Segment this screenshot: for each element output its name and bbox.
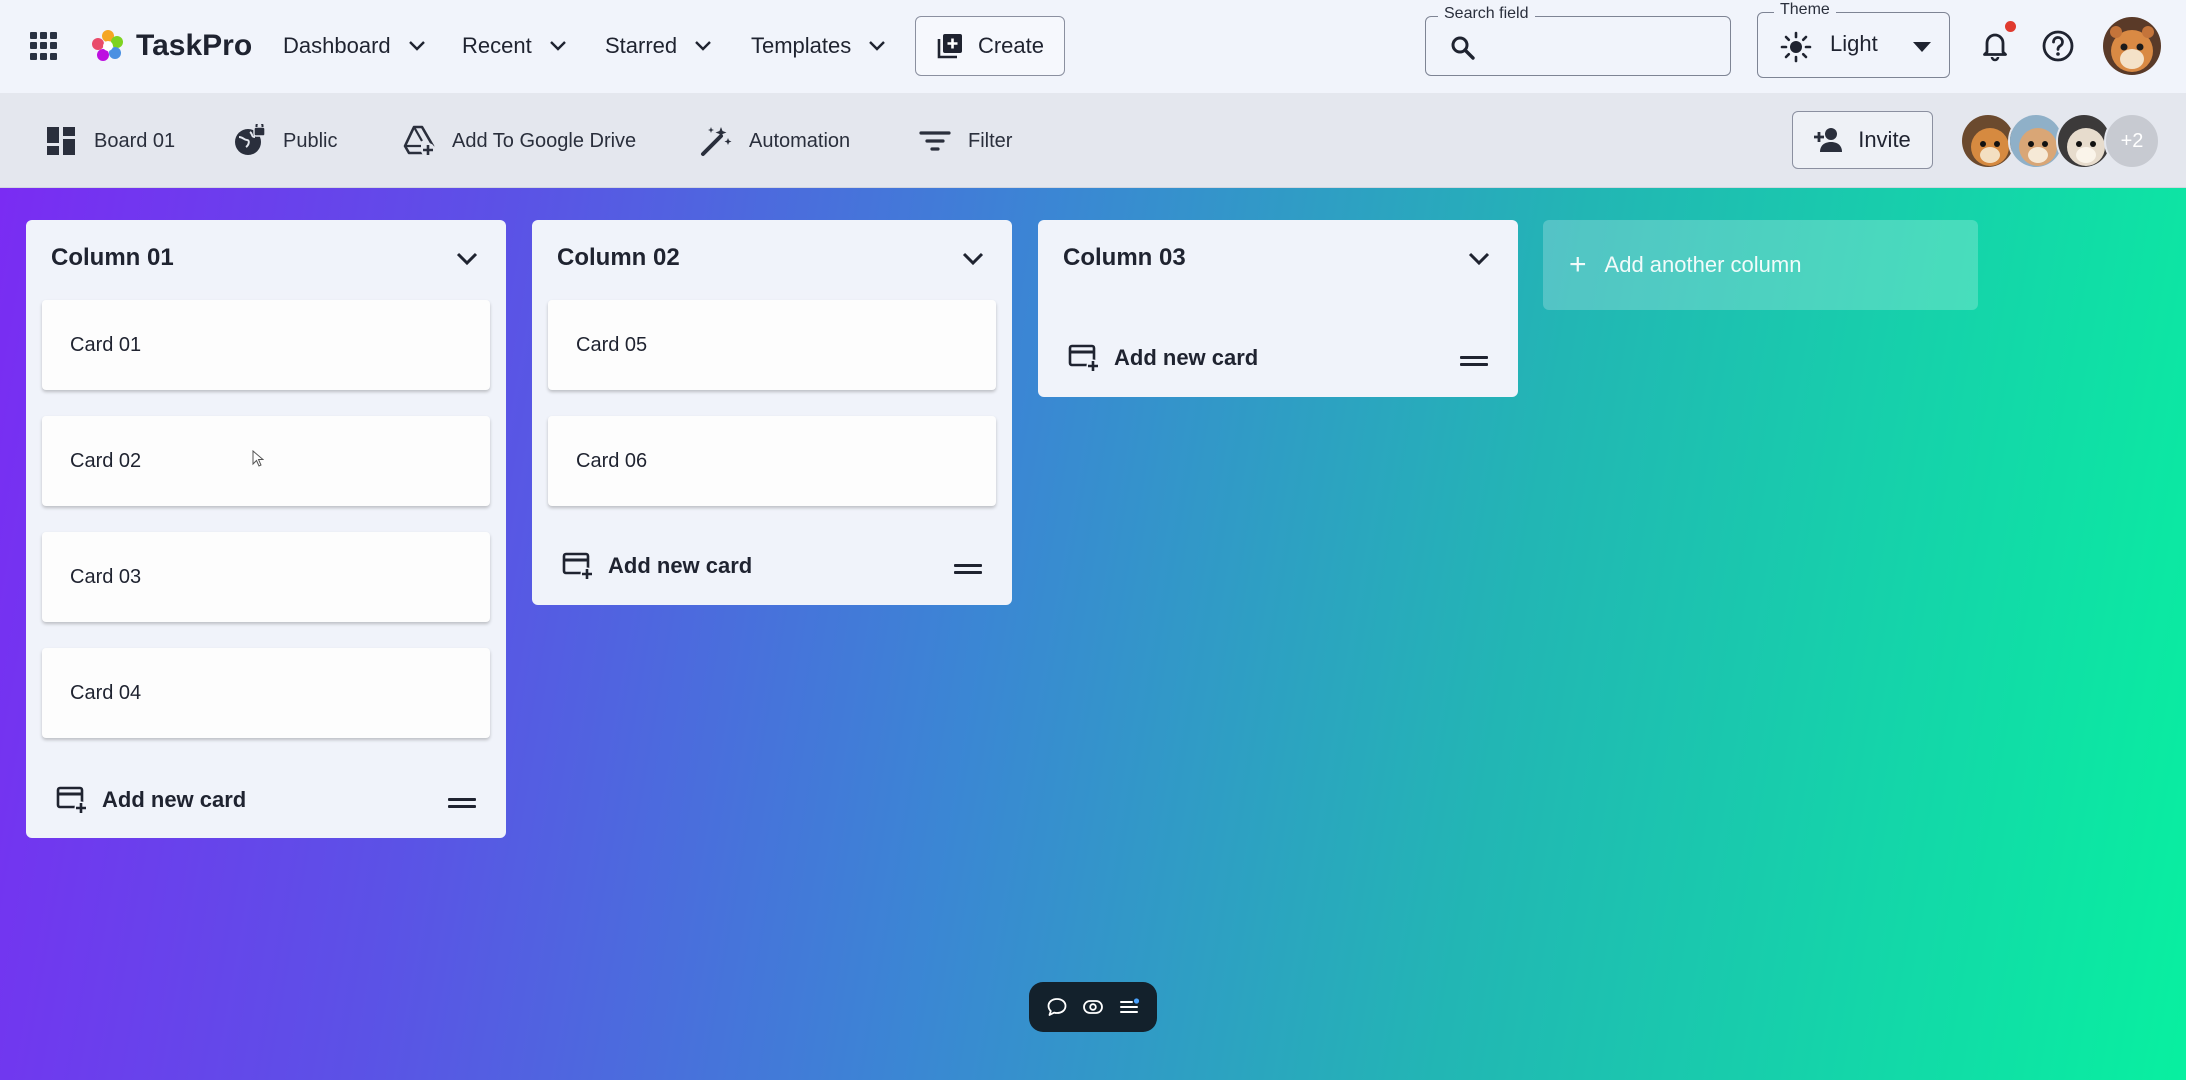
board-selector[interactable]: Board 01 (44, 121, 175, 161)
more-members-badge[interactable]: +2 (2104, 113, 2160, 169)
search-field[interactable]: Search field (1425, 5, 1731, 76)
top-header: TaskPro Dashboard Recent Starred Templat… (0, 0, 2186, 93)
search-icon (1451, 36, 1475, 60)
chevron-down-icon[interactable] (456, 252, 478, 266)
filter-label: Filter (968, 129, 1013, 152)
filter-icon (919, 131, 951, 151)
search-input[interactable] (1490, 29, 1715, 63)
invite-label: Invite (1858, 127, 1911, 152)
add-card-button[interactable]: Add new card (1068, 340, 1258, 376)
invite-button[interactable]: Invite (1792, 111, 1933, 169)
board-column: Column 03 Add new card (1038, 220, 1518, 397)
nav-dashboard-label: Dashboard (283, 33, 391, 58)
add-card-button[interactable]: Add new card (56, 782, 246, 818)
automation-button[interactable]: Automation (699, 121, 850, 161)
comment-icon[interactable] (1046, 996, 1068, 1018)
board-column: Column 01 Card 01 Card 02 Card 03 Card 0… (26, 220, 506, 838)
plus-icon: + (1569, 248, 1587, 281)
nav-dashboard[interactable]: Dashboard (283, 26, 425, 66)
user-avatar[interactable] (2103, 17, 2161, 75)
logo-icon (92, 30, 123, 61)
app-logo[interactable]: TaskPro (90, 26, 252, 66)
board-members[interactable]: +2 (1960, 113, 2160, 169)
add-card-button[interactable]: Add new card (562, 548, 752, 584)
add-column-label: Add another column (1604, 252, 1802, 277)
add-column-button[interactable]: + Add another column (1543, 220, 1978, 310)
preview-eye-icon[interactable] (1082, 996, 1104, 1018)
nav-templates-label: Templates (751, 33, 852, 58)
nav-recent-label: Recent (462, 33, 532, 58)
nav-recent[interactable]: Recent (462, 26, 566, 66)
visibility-label: Public (283, 129, 338, 152)
theme-legend: Theme (1774, 1, 1836, 19)
search-legend: Search field (1438, 5, 1535, 23)
notification-badge (2005, 21, 2016, 32)
theme-value: Light (1830, 31, 1878, 56)
add-card-icon (562, 552, 594, 581)
mouse-cursor-icon (252, 450, 264, 467)
floating-toolbar (1029, 982, 1157, 1032)
notifications-bell-icon[interactable] (1978, 28, 2012, 62)
add-card-label: Add new card (608, 553, 753, 578)
magic-wand-icon (701, 127, 732, 156)
public-globe-icon (235, 124, 266, 155)
sun-icon (1780, 31, 1812, 63)
drag-handle-icon[interactable] (448, 798, 476, 810)
column-title[interactable]: Column 01 (51, 244, 174, 272)
apps-grid-icon[interactable] (30, 32, 58, 60)
visibility-button[interactable]: Public (233, 121, 337, 161)
create-label: Create (977, 33, 1045, 58)
board-name: Board 01 (94, 129, 176, 152)
task-card[interactable]: Card 03 (42, 532, 490, 622)
automation-label: Automation (749, 129, 851, 152)
nav-starred-label: Starred (605, 33, 678, 58)
theme-select[interactable]: Theme Light (1757, 1, 1950, 78)
caret-down-icon (1913, 42, 1931, 52)
dashboard-icon (47, 127, 75, 155)
chevron-down-icon (408, 41, 425, 51)
menu-list-icon[interactable] (1118, 996, 1140, 1018)
drag-handle-icon[interactable] (954, 564, 982, 576)
task-card[interactable]: Card 06 (548, 416, 996, 506)
column-title[interactable]: Column 02 (557, 244, 680, 272)
task-card[interactable]: Card 01 (42, 300, 490, 390)
chevron-down-icon[interactable] (962, 252, 984, 266)
task-card[interactable]: Card 04 (42, 648, 490, 738)
chevron-down-icon (549, 41, 566, 51)
person-add-icon (1814, 128, 1843, 152)
add-card-label: Add new card (102, 787, 247, 812)
task-card[interactable]: Card 05 (548, 300, 996, 390)
chevron-down-icon[interactable] (1468, 252, 1490, 266)
drag-handle-icon[interactable] (1460, 356, 1488, 368)
app-name: TaskPro (136, 29, 253, 62)
board-toolbar: Board 01 Public Add To Google Drive Auto… (0, 93, 2186, 188)
add-box-icon (937, 34, 962, 59)
nav-templates[interactable]: Templates (751, 26, 886, 66)
task-card[interactable]: Card 02 (42, 416, 490, 506)
add-card-icon (56, 786, 88, 815)
google-drive-add-icon (403, 125, 435, 157)
board-column: Column 02 Card 05 Card 06 Add new card (532, 220, 1012, 605)
create-button[interactable]: Create (915, 16, 1065, 76)
filter-button[interactable]: Filter (918, 121, 1012, 161)
column-title[interactable]: Column 03 (1063, 244, 1186, 272)
add-card-icon (1068, 344, 1100, 373)
nav-starred[interactable]: Starred (605, 26, 712, 66)
help-icon[interactable] (2041, 29, 2075, 63)
add-card-label: Add new card (1114, 345, 1259, 370)
chevron-down-icon (869, 41, 886, 51)
chevron-down-icon (695, 41, 712, 51)
add-to-drive-button[interactable]: Add To Google Drive (402, 121, 636, 161)
add-to-drive-label: Add To Google Drive (452, 129, 637, 152)
board-canvas: Column 01 Card 01 Card 02 Card 03 Card 0… (0, 188, 2186, 1080)
